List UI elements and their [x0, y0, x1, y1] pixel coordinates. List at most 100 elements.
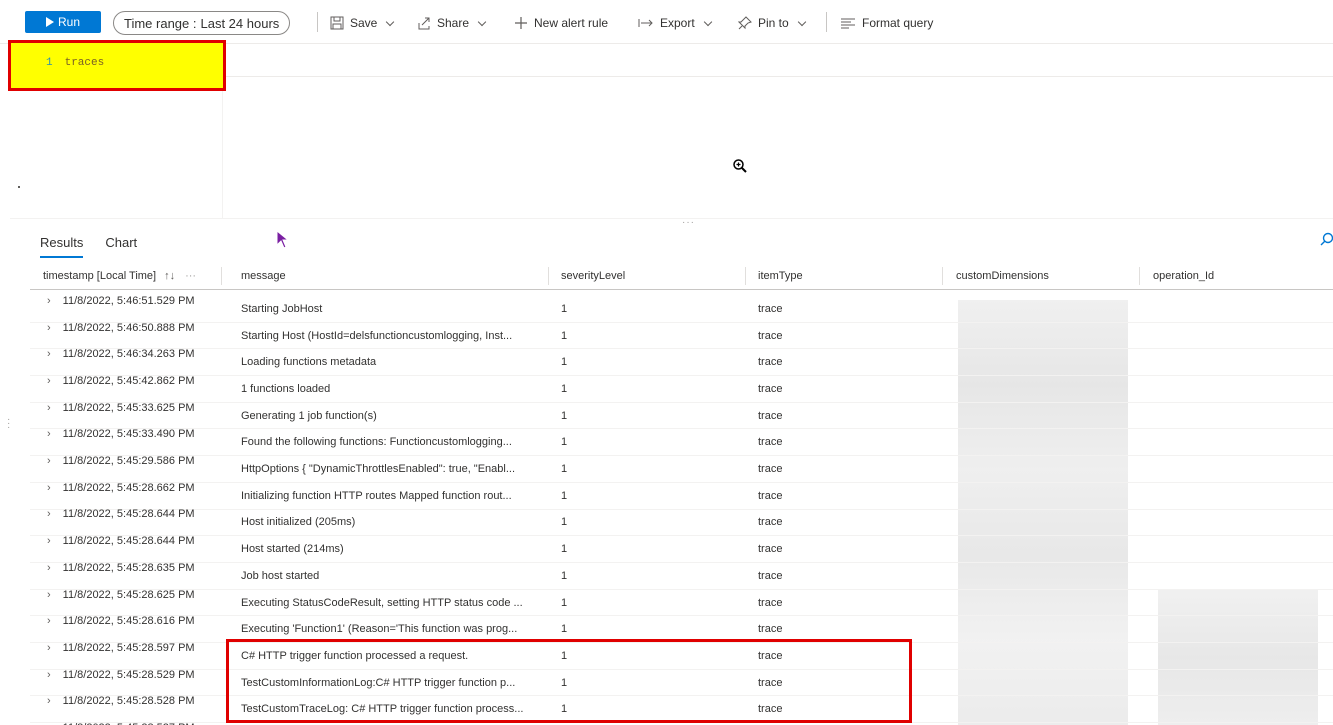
column-divider[interactable]	[221, 267, 222, 285]
table-row[interactable]: › 11/8/2022, 5:45:33.625 PM Generating 1 j…	[30, 402, 1333, 430]
run-button[interactable]: Run	[25, 11, 101, 33]
expand-chevron-icon[interactable]: ›	[47, 642, 51, 654]
column-header-operation-id[interactable]: operation_Id	[1153, 262, 1214, 290]
new-alert-rule-button[interactable]: New alert rule	[514, 13, 608, 33]
timestamp-cell: › 11/8/2022, 5:45:28.625 PM	[30, 582, 220, 608]
expand-chevron-icon[interactable]: ›	[47, 295, 51, 307]
plus-icon	[515, 17, 527, 29]
export-button[interactable]: Export	[638, 13, 712, 33]
toolbar-divider	[826, 12, 827, 32]
column-divider[interactable]	[1139, 267, 1140, 285]
expand-chevron-icon[interactable]: ›	[47, 455, 51, 467]
table-row[interactable]: › 11/8/2022, 5:46:34.263 PM Loading functi…	[30, 348, 1333, 377]
table-row[interactable]: › 11/8/2022, 5:45:28.662 PM Initializing f…	[30, 482, 1333, 510]
table-row[interactable]: › 11/8/2022, 5:45:28.625 PM Executing Stat…	[30, 589, 1333, 617]
time-range-picker[interactable]: Time range : Last 24 hours	[113, 11, 291, 35]
itemtype-cell: trace	[758, 382, 783, 395]
column-divider[interactable]	[745, 267, 746, 285]
itemtype-cell: trace	[758, 302, 783, 315]
timestamp-text: 11/8/2022, 5:45:28.625 PM	[62, 588, 195, 601]
expand-chevron-icon[interactable]: ›	[47, 428, 51, 440]
timestamp-text: 11/8/2022, 5:46:51.529 PM	[62, 294, 195, 307]
play-icon	[45, 17, 54, 27]
message-cell: Host started (214ms)	[241, 543, 344, 556]
expand-chevron-icon[interactable]: ›	[47, 589, 51, 601]
severity-cell: 1	[561, 356, 568, 369]
severity-cell: 1	[561, 596, 568, 609]
format-icon	[841, 18, 855, 29]
severity-cell: 1	[561, 302, 568, 315]
table-row[interactable]: › 11/8/2022, 5:45:29.586 PM HttpOptions { …	[30, 455, 1333, 483]
table-row[interactable]: › 11/8/2022, 5:45:28.644 PM Host initializ…	[30, 508, 1333, 537]
itemtype-cell: trace	[758, 329, 783, 342]
query-highlight-annotation	[8, 40, 226, 91]
table-row[interactable]: › 11/8/2022, 5:45:28.635 PM Job host start…	[30, 562, 1333, 590]
expand-chevron-icon[interactable]: ›	[47, 348, 51, 360]
pin-to-button[interactable]: Pin to	[738, 13, 806, 33]
table-row[interactable]: › 11/8/2022, 5:45:28.644 PM Host started (…	[30, 535, 1333, 563]
column-header-itemtype[interactable]: itemType	[758, 262, 803, 290]
share-icon	[418, 17, 430, 30]
column-header-customdimensions[interactable]: customDimensions	[956, 262, 1049, 290]
timestamp-cell: › 11/8/2022, 5:45:28.597 PM	[30, 635, 220, 661]
time-range-value: Last 24 hours	[200, 15, 280, 31]
column-divider[interactable]	[942, 267, 943, 285]
timestamp-text: 11/8/2022, 5:46:50.888 PM	[62, 321, 195, 334]
expand-chevron-icon[interactable]: ›	[47, 562, 51, 574]
share-button[interactable]: Share	[417, 13, 487, 33]
expand-chevron-icon[interactable]: ›	[47, 615, 51, 627]
tab-chart[interactable]: Chart	[105, 235, 137, 258]
sort-icon[interactable]: ↑↓	[164, 270, 175, 282]
expand-chevron-icon[interactable]: ›	[47, 508, 51, 520]
message-cell: HttpOptions { "DynamicThrottlesEnabled":…	[241, 463, 516, 476]
new-alert-label: New alert rule	[534, 16, 609, 30]
itemtype-cell: trace	[758, 463, 783, 476]
expand-chevron-icon[interactable]: ›	[47, 482, 51, 494]
column-header-timestamp[interactable]: timestamp [Local Time] ↑↓ ···	[43, 262, 196, 290]
timestamp-cell: › 11/8/2022, 5:46:34.263 PM	[30, 341, 220, 367]
itemtype-cell: trace	[758, 543, 783, 556]
expand-chevron-icon[interactable]: ›	[47, 322, 51, 334]
column-divider[interactable]	[548, 267, 549, 285]
result-tabs: Results Chart	[40, 235, 137, 258]
column-header-severity[interactable]: severityLevel	[561, 262, 625, 290]
expand-chevron-icon[interactable]: ›	[47, 695, 51, 707]
line-number: 1	[46, 57, 53, 69]
side-resize-handle-icon[interactable]: · · ·	[7, 415, 10, 433]
search-icon[interactable]	[1320, 232, 1333, 246]
expand-chevron-icon[interactable]: ›	[47, 375, 51, 387]
pane-splitter[interactable]: ···	[10, 217, 1333, 228]
table-row[interactable]: › 11/8/2022, 5:45:33.490 PM Found the foll…	[30, 428, 1333, 457]
itemtype-cell: trace	[758, 489, 783, 502]
timestamp-cell: › 11/8/2022, 5:45:28.662 PM	[30, 475, 220, 501]
tab-results[interactable]: Results	[40, 235, 84, 258]
timestamp-cell: › 11/8/2022, 5:45:33.490 PM	[30, 422, 220, 448]
severity-cell: 1	[561, 516, 568, 529]
message-cell: Executing StatusCodeResult, setting HTTP…	[241, 596, 523, 609]
export-icon	[638, 19, 653, 27]
splitter-handle-icon: ···	[682, 217, 695, 228]
severity-cell: 1	[561, 409, 568, 422]
table-row[interactable]: › 11/8/2022, 5:46:51.529 PM Starting JobHo…	[30, 294, 1333, 323]
timestamp-text: 11/8/2022, 5:45:42.862 PM	[62, 374, 195, 387]
message-cell: 1 functions loaded	[241, 382, 331, 395]
format-query-button[interactable]: Format query	[840, 13, 933, 33]
timestamp-text: 11/8/2022, 5:45:28.644 PM	[62, 508, 195, 521]
save-button[interactable]: Save	[330, 13, 395, 33]
highlight-annotation-box	[226, 639, 912, 723]
toolbar-divider	[317, 12, 318, 32]
table-row[interactable]: › 11/8/2022, 5:45:42.862 PM 1 functions lo…	[30, 374, 1333, 403]
message-cell: Starting Host (HostId=delsfunctioncustom…	[241, 329, 513, 342]
expand-chevron-icon[interactable]: ›	[47, 669, 51, 681]
itemtype-cell: trace	[758, 596, 783, 609]
expand-chevron-icon[interactable]: ›	[47, 535, 51, 547]
message-cell: Initializing function HTTP routes Mapped…	[241, 489, 512, 502]
column-header-message[interactable]: message	[241, 262, 286, 290]
more-icon[interactable]: ···	[185, 270, 196, 282]
message-cell: Generating 1 job function(s)	[241, 409, 377, 422]
timestamp-cell: ›11/8/2022, 5:45:28.527 PM	[30, 715, 220, 725]
expand-chevron-icon[interactable]: ›	[47, 402, 51, 414]
message-cell: Job host started	[241, 569, 320, 582]
query-line[interactable]: 1 traces	[46, 57, 104, 69]
table-row[interactable]: › 11/8/2022, 5:46:50.888 PM Starting Host …	[30, 321, 1333, 350]
